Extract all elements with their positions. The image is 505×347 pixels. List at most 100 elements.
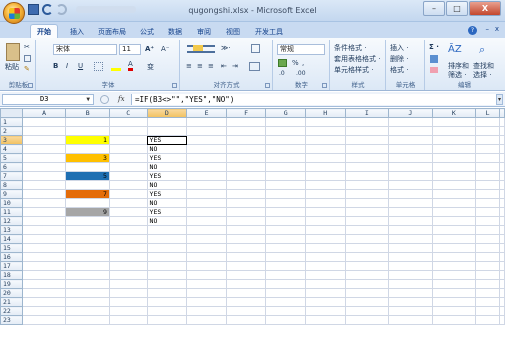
cell-E3[interactable]	[186, 135, 227, 145]
grow-font-button[interactable]: A⁺	[145, 45, 154, 53]
cell-C4[interactable]	[108, 144, 148, 154]
cell-G20[interactable]	[265, 288, 306, 298]
cell-H16[interactable]	[304, 252, 346, 262]
cell-B14[interactable]	[65, 234, 110, 244]
cell-B22[interactable]	[65, 306, 110, 316]
borders-icon[interactable]	[94, 62, 103, 71]
cell-G23[interactable]	[265, 315, 306, 325]
cell-C23[interactable]	[108, 315, 148, 325]
cell-H18[interactable]	[304, 270, 346, 280]
cell-I20[interactable]	[344, 288, 390, 298]
cell-H9[interactable]	[304, 189, 346, 199]
cell-I4[interactable]	[344, 144, 390, 154]
cell-I13[interactable]	[344, 225, 390, 235]
cell-H15[interactable]	[304, 243, 346, 253]
row-header[interactable]: 16	[0, 252, 23, 262]
ribbon-close-icon[interactable]: x	[495, 25, 499, 33]
cell-E8[interactable]	[186, 180, 227, 190]
cell-F20[interactable]	[225, 288, 267, 298]
cell-H8[interactable]	[304, 180, 346, 190]
cell-G16[interactable]	[265, 252, 306, 262]
cell-L21[interactable]	[475, 297, 500, 307]
cell-H14[interactable]	[304, 234, 346, 244]
row-header[interactable]: 19	[0, 279, 23, 289]
cell-F12[interactable]	[225, 216, 267, 226]
cell-J14[interactable]	[388, 234, 433, 244]
cell-I5[interactable]	[344, 153, 390, 163]
cell-E20[interactable]	[186, 288, 227, 298]
cell-A14[interactable]	[21, 234, 67, 244]
increase-indent-icon[interactable]: ⇥	[232, 62, 238, 70]
cell-A11[interactable]	[21, 207, 67, 217]
cell-I14[interactable]	[344, 234, 390, 244]
font-color-button[interactable]: A	[128, 61, 133, 71]
cell-F16[interactable]	[225, 252, 267, 262]
select-all-corner[interactable]	[0, 108, 23, 118]
cell-E12[interactable]	[186, 216, 227, 226]
cell-styles-button[interactable]: 单元格样式 ·	[334, 65, 373, 75]
cell-A13[interactable]	[21, 225, 67, 235]
cell-G10[interactable]	[265, 198, 306, 208]
cell-J13[interactable]	[388, 225, 433, 235]
cell-K11[interactable]	[431, 207, 477, 217]
cell-I2[interactable]	[344, 126, 390, 136]
cell-J15[interactable]	[388, 243, 433, 253]
cell-H3[interactable]	[304, 135, 346, 145]
cell-H17[interactable]	[304, 261, 346, 271]
cell-A22[interactable]	[21, 306, 67, 316]
cell-F3[interactable]	[225, 135, 267, 145]
row-header[interactable]: 9	[0, 189, 23, 199]
cell-A15[interactable]	[21, 243, 67, 253]
row-header[interactable]: 12	[0, 216, 23, 226]
tab-view[interactable]: 视图	[226, 24, 240, 38]
cell-H4[interactable]	[304, 144, 346, 154]
cell-L22[interactable]	[475, 306, 500, 316]
cell-D21[interactable]	[146, 297, 188, 307]
close-button[interactable]: X	[469, 1, 501, 16]
cell-E19[interactable]	[186, 279, 227, 289]
cell-K20[interactable]	[431, 288, 477, 298]
row-header[interactable]: 4	[0, 144, 23, 154]
cell-A10[interactable]	[21, 198, 67, 208]
cell-B19[interactable]	[65, 279, 110, 289]
row-header[interactable]: 23	[0, 315, 23, 325]
cell-E23[interactable]	[186, 315, 227, 325]
paste-label[interactable]: 粘贴	[5, 62, 19, 72]
currency-icon[interactable]	[278, 59, 287, 67]
cell-D1[interactable]	[146, 117, 188, 127]
row-header[interactable]: 15	[0, 243, 23, 253]
cell-B10[interactable]	[65, 198, 110, 208]
cell-H5[interactable]	[304, 153, 346, 163]
cell-A4[interactable]	[21, 144, 67, 154]
cell-I23[interactable]	[344, 315, 390, 325]
cell-K10[interactable]	[431, 198, 477, 208]
cell-B13[interactable]	[65, 225, 110, 235]
cell-B9[interactable]: 7	[65, 189, 110, 199]
wrap-text-icon[interactable]	[251, 44, 260, 53]
cell-E2[interactable]	[186, 126, 227, 136]
delete-cells-button[interactable]: 删除 ·	[390, 54, 408, 64]
cell-G6[interactable]	[265, 162, 306, 172]
cell-F18[interactable]	[225, 270, 267, 280]
cell-K23[interactable]	[431, 315, 477, 325]
cell-I7[interactable]	[344, 171, 390, 181]
cell-J23[interactable]	[388, 315, 433, 325]
cell-L17[interactable]	[475, 261, 500, 271]
cell-L3[interactable]	[475, 135, 500, 145]
clear-icon[interactable]	[430, 67, 438, 73]
cell-L13[interactable]	[475, 225, 500, 235]
cell-K18[interactable]	[431, 270, 477, 280]
cell-B3[interactable]: 1	[65, 135, 110, 145]
name-box[interactable]: D3 ▼	[2, 94, 94, 105]
cell-A23[interactable]	[21, 315, 67, 325]
tab-data[interactable]: 数据	[168, 24, 182, 38]
cell-E17[interactable]	[186, 261, 227, 271]
cell-G14[interactable]	[265, 234, 306, 244]
cell-L5[interactable]	[475, 153, 500, 163]
cell-D13[interactable]	[146, 225, 188, 235]
cell-D7[interactable]: YES	[146, 171, 188, 181]
cell-L2[interactable]	[475, 126, 500, 136]
cell-L20[interactable]	[475, 288, 500, 298]
column-header[interactable]: A	[21, 108, 67, 118]
shrink-font-button[interactable]: A⁻	[161, 45, 169, 53]
